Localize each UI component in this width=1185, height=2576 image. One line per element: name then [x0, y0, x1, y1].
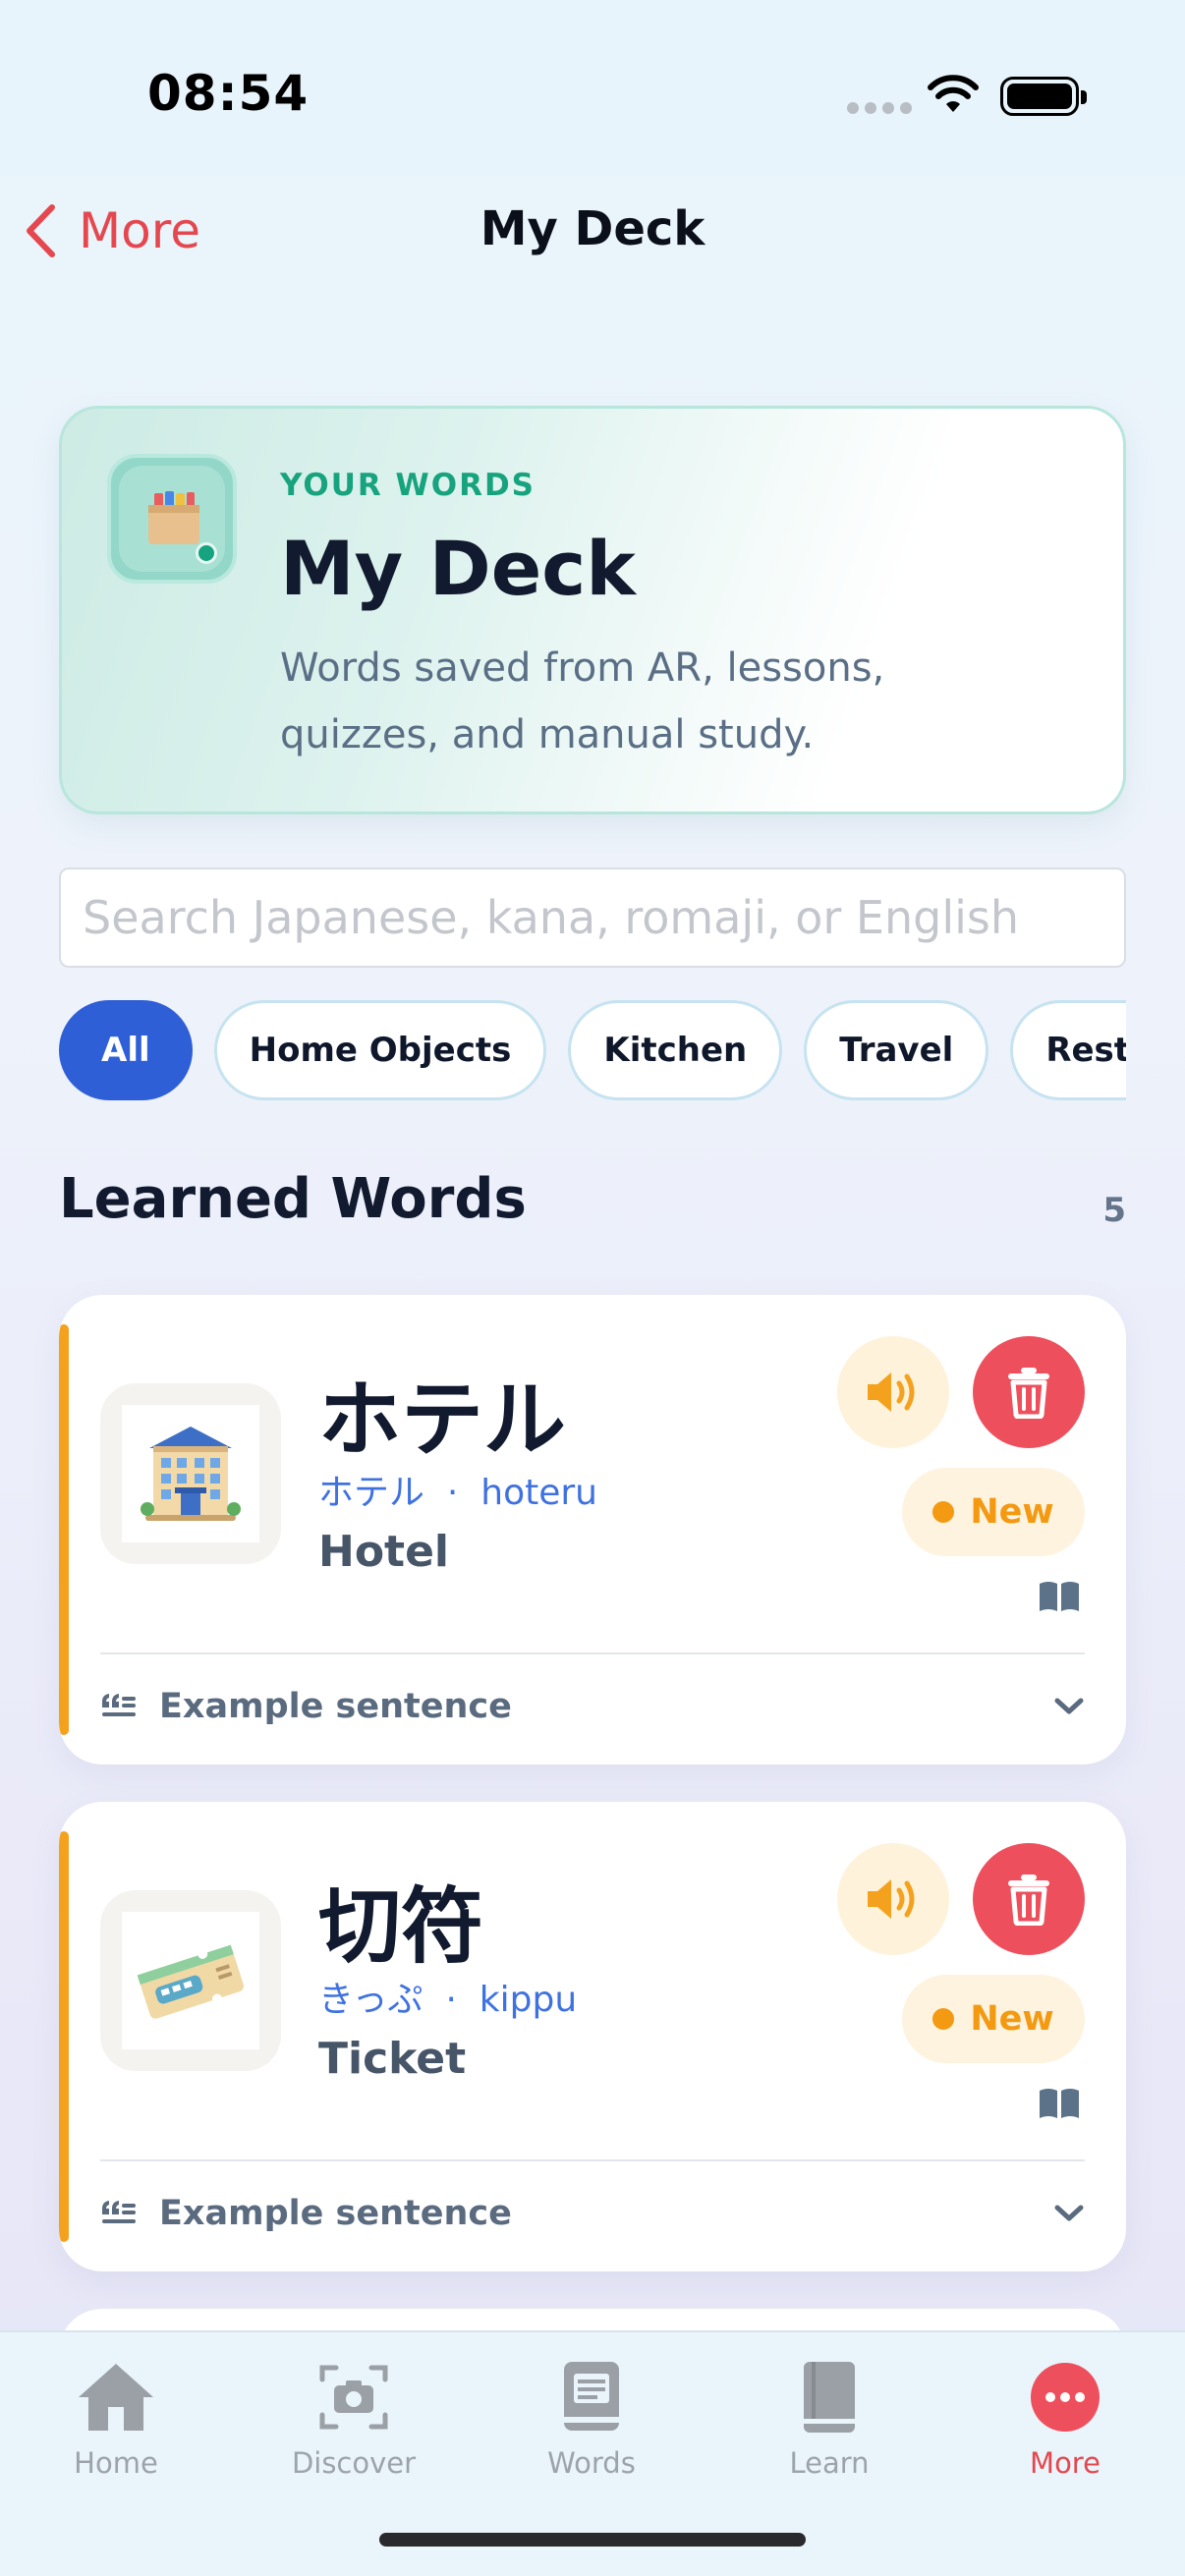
word-kana: きっぷ [318, 1980, 423, 2020]
hotel-building-icon [141, 1427, 241, 1521]
status-label: New [970, 1492, 1054, 1532]
section-title: Learned Words [59, 1167, 527, 1231]
deck-hero-card: YOUR WORDS My Deck Words saved from AR, … [59, 406, 1126, 814]
word-reading: きっぷ · kippu [318, 1971, 577, 2022]
speaker-icon [868, 1372, 915, 1412]
open-book-icon [1040, 2089, 1079, 2118]
chip-all[interactable]: All [59, 1000, 193, 1100]
word-kana: ホテル [318, 1473, 425, 1513]
book-icon [804, 2362, 855, 2433]
status-dot-icon [932, 1501, 955, 1523]
status-badge: New [902, 1468, 1085, 1556]
word-english: Hotel [318, 1527, 450, 1577]
status-accent-bar [59, 1324, 69, 1735]
word-image [100, 1383, 281, 1564]
tab-label: More [1030, 2446, 1100, 2480]
status-badge: New [902, 1975, 1085, 2063]
page-title: My Deck [480, 201, 705, 256]
tab-label: Home [74, 2446, 158, 2480]
divider [100, 1652, 1085, 1654]
trash-icon [1008, 1368, 1049, 1419]
hero-eyebrow: YOUR WORDS [280, 468, 536, 503]
example-sentence-toggle[interactable]: Example sentence [100, 2179, 1085, 2248]
quote-icon [102, 1694, 136, 1716]
open-book-icon [1040, 1582, 1079, 1611]
tab-label: Words [547, 2446, 636, 2480]
divider [100, 2159, 1085, 2161]
word-english: Ticket [318, 2034, 467, 2084]
tab-learn[interactable]: Learn [731, 2352, 928, 2499]
train-ticket-icon [137, 1944, 245, 2019]
card-box-icon [107, 454, 237, 584]
hero-description: Words saved from AR, lessons, quizzes, a… [280, 645, 885, 757]
word-japanese: ホテル [318, 1372, 567, 1468]
example-label: Example sentence [159, 2194, 512, 2233]
trash-icon [1008, 1875, 1049, 1926]
tab-label: Discover [291, 2446, 417, 2480]
battery-icon [1000, 77, 1087, 116]
camera-icon [319, 2365, 388, 2430]
status-bar: 08:54 [0, 0, 1185, 177]
tab-words[interactable]: Words [493, 2352, 690, 2499]
chevron-down-icon [1054, 1698, 1084, 1714]
status-label: New [970, 1999, 1054, 2039]
word-reading: ホテル · hoteru [318, 1464, 597, 1515]
chip-kitchen[interactable]: Kitchen [568, 1000, 783, 1100]
word-card[interactable]: ホテル ホテル · hoteru Hotel New Example sente… [59, 1295, 1126, 1764]
tab-label: Learn [789, 2446, 870, 2480]
reading-separator: · [445, 1980, 457, 2020]
speaker-icon [868, 1879, 915, 1919]
tab-home[interactable]: Home [18, 2352, 214, 2499]
hero-title: My Deck [280, 525, 636, 612]
word-count: 5 [1102, 1191, 1126, 1230]
word-image [100, 1890, 281, 2071]
cellular-signal-icon [847, 102, 912, 114]
quote-icon [102, 2201, 136, 2223]
delete-word-button[interactable] [973, 1843, 1085, 1955]
house-icon [79, 2364, 153, 2431]
word-romaji: kippu [479, 1980, 578, 2020]
more-dots-icon [1031, 2363, 1100, 2432]
play-audio-button[interactable] [837, 1336, 949, 1448]
wifi-icon [928, 75, 979, 112]
status-dot-icon [932, 2008, 955, 2030]
chevron-down-icon [1054, 2205, 1084, 2221]
tab-discover[interactable]: Discover [255, 2352, 452, 2499]
play-audio-button[interactable] [837, 1843, 949, 1955]
word-card[interactable]: 切符 きっぷ · kippu Ticket New Example senten… [59, 1802, 1126, 2271]
delete-word-button[interactable] [973, 1336, 1085, 1448]
word-japanese: 切符 [318, 1878, 484, 1975]
status-accent-bar [59, 1831, 69, 2242]
chip-travel[interactable]: Travel [804, 1000, 989, 1100]
chip-restaurant[interactable]: Resta [1010, 1000, 1126, 1100]
book-list-icon [564, 2362, 619, 2431]
status-time: 08:54 [147, 65, 310, 122]
category-filter-chips: All Home Objects Kitchen Travel Resta [59, 1000, 1126, 1102]
reading-separator: · [446, 1473, 459, 1513]
word-romaji: hoteru [480, 1473, 597, 1513]
chip-home-objects[interactable]: Home Objects [213, 1000, 547, 1100]
example-sentence-toggle[interactable]: Example sentence [100, 1672, 1085, 1741]
home-indicator[interactable] [379, 2533, 806, 2547]
search-input[interactable] [59, 868, 1126, 968]
example-label: Example sentence [159, 1687, 512, 1726]
tab-more[interactable]: More [967, 2352, 1163, 2499]
